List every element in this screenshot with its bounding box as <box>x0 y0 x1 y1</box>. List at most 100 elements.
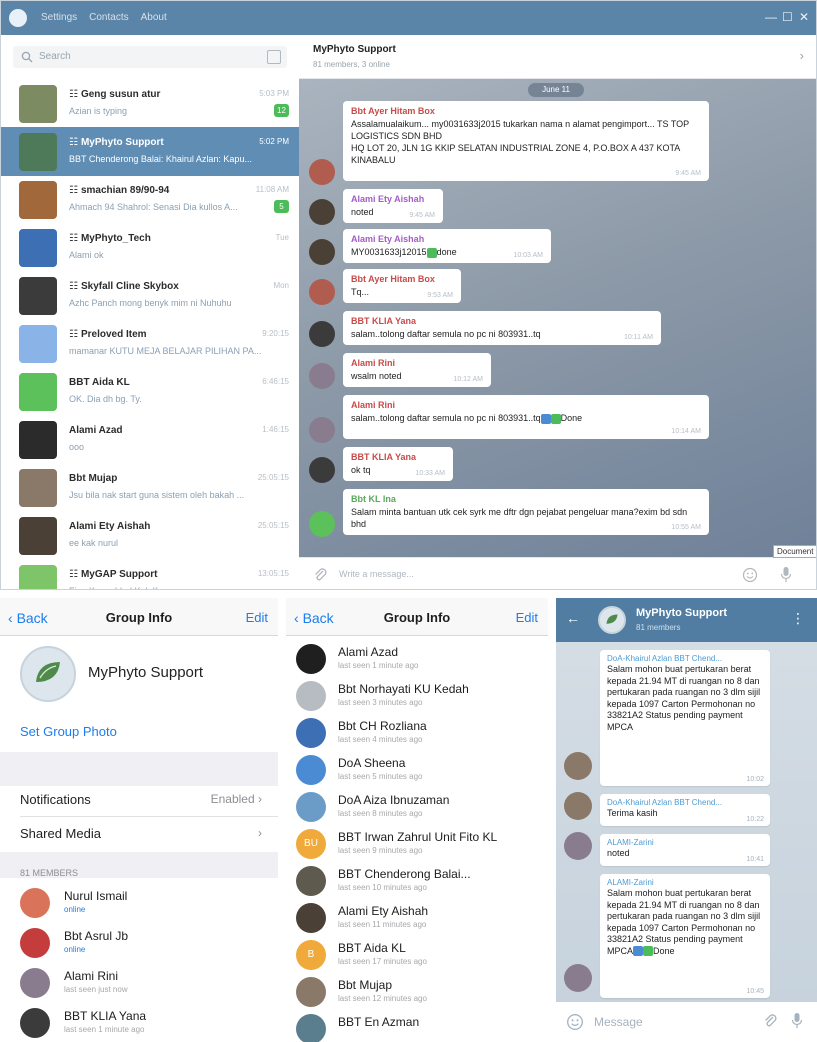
message-bubble[interactable]: DoA-Khairul Azlan BBT Chend... Salam moho… <box>600 650 770 786</box>
edit-button[interactable]: Edit <box>516 610 538 625</box>
dialog-item[interactable]: ☷ MyPhyto_Tech Alami ok Tue <box>1 223 299 272</box>
message-sender[interactable]: Bbt KL Ina <box>351 494 701 504</box>
member-row[interactable]: Bbt CH Rozliana last seen 4 minutes ago <box>286 712 548 754</box>
menu-settings[interactable]: Settings <box>41 12 77 23</box>
message-bubble[interactable]: Alami Rini wsalm noted 10:12 AM <box>343 353 491 387</box>
message-bubble[interactable]: Alami Ety Aishah MY0031633j12015 done 10:03… <box>343 229 551 263</box>
sender-avatar[interactable] <box>309 457 335 483</box>
member-row[interactable]: DoA Aiza Ibnuzaman last seen 8 minutes ag… <box>286 786 548 828</box>
message-sender[interactable]: BBT KLIA Yana <box>351 316 653 326</box>
notifications-status: Enabled <box>210 792 255 806</box>
sender-avatar[interactable] <box>309 279 335 305</box>
sender-avatar[interactable] <box>309 417 335 443</box>
menu-contacts[interactable]: Contacts <box>89 12 128 23</box>
paperclip-icon[interactable] <box>313 567 327 583</box>
message-sender[interactable]: BBT KLIA Yana <box>351 452 445 462</box>
member-row[interactable]: Alami Azad last seen 1 minute ago <box>286 638 548 680</box>
member-name: Bbt CH Rozliana <box>338 719 427 733</box>
message-area[interactable]: June 11 Bbt Ayer Hitam Box Assalamualaiku… <box>299 79 816 557</box>
edit-button[interactable]: Edit <box>246 610 268 625</box>
message-input[interactable]: Message <box>594 1015 643 1029</box>
sender-avatar[interactable] <box>564 792 592 820</box>
message-bubble[interactable]: ALAMI-Zarini noted 10:41 <box>600 834 770 866</box>
message-sender[interactable]: ALAMI-Zarini <box>607 878 763 887</box>
minimize-button[interactable]: — <box>765 10 777 24</box>
group-icon: ☷ <box>69 569 78 580</box>
message-bubble[interactable]: Alami Rini salam..tolong daftar semula no… <box>343 395 709 439</box>
dialog-item[interactable]: ☷ smachian 89/90-94 Ahmach 94 Shahrol: Sen… <box>1 175 299 224</box>
dialog-item[interactable]: BBT Aida KL OK. Dia dh bg. Ty. 6:46:15 <box>1 367 299 416</box>
message-sender[interactable]: Alami Rini <box>351 400 701 410</box>
message-bubble[interactable]: Bbt KL Ina Salam minta bantuan utk cek sy… <box>343 489 709 535</box>
message-bubble[interactable]: Alami Ety Aishah noted 9:45 AM <box>343 189 443 223</box>
chat-header[interactable]: MyPhyto Support 81 members, 3 online › <box>299 35 816 79</box>
member-row[interactable]: Bbt Asrul Jb online <box>0 922 278 964</box>
more-vert-icon[interactable]: ⋮ <box>791 610 805 627</box>
shared-media-label: Shared Media <box>20 826 101 841</box>
message-sender[interactable]: Alami Ety Aishah <box>351 234 543 244</box>
member-row[interactable]: BBT En Azman <box>286 1008 548 1042</box>
sender-avatar[interactable] <box>309 199 335 225</box>
shared-media-row[interactable]: Shared Media › <box>20 826 268 841</box>
sender-avatar[interactable] <box>564 752 592 780</box>
microphone-icon[interactable] <box>791 1012 803 1030</box>
message-sender[interactable]: DoA-Khairul Azlan BBT Chend... <box>607 798 763 807</box>
dialog-item[interactable]: ☷ Geng susun atur Azian is typing 5:03 PM 12 <box>1 79 299 128</box>
sender-avatar[interactable] <box>564 964 592 992</box>
message-sender[interactable]: DoA-Khairul Azlan BBT Chend... <box>607 654 763 663</box>
dialog-item[interactable]: ☷MyGAP Support Fina Kus added Kak Ifna 13:… <box>1 559 299 589</box>
message-input[interactable]: Write a message... <box>339 569 414 579</box>
member-row[interactable]: Alami Ety Aishah last seen 11 minutes ago <box>286 897 548 939</box>
member-row[interactable]: BU BBT Irwan Zahrul Unit Fito KL last seen… <box>286 823 548 865</box>
dialog-item[interactable]: Alami Azad ooo 1:46:15 <box>1 415 299 464</box>
telegram-logo-icon[interactable] <box>9 9 27 27</box>
member-row[interactable]: Bbt Norhayati KU Kedah last seen 3 minute… <box>286 675 548 717</box>
close-button[interactable]: ✕ <box>799 10 809 24</box>
message-bubble[interactable]: BBT KLIA Yana salam..tolong daftar semula… <box>343 311 661 345</box>
message-sender[interactable]: Alami Ety Aishah <box>351 194 435 204</box>
emoji-icon[interactable] <box>566 1013 584 1031</box>
message-bubble[interactable]: BBT KLIA Yana ok tq 10:33 AM <box>343 447 453 481</box>
member-row[interactable]: BBT Chenderong Balai... last seen 10 minu… <box>286 860 548 902</box>
set-group-photo-link[interactable]: Set Group Photo <box>20 724 117 739</box>
member-row[interactable]: Nurul Ismail online <box>0 882 278 924</box>
sender-avatar[interactable] <box>309 159 335 185</box>
member-row[interactable]: DoA Sheena last seen 5 minutes ago <box>286 749 548 791</box>
message-bubble[interactable]: Bbt Ayer Hitam Box Assalamualaikum... my0… <box>343 101 709 181</box>
menu-about[interactable]: About <box>141 12 167 23</box>
member-row[interactable]: Bbt Mujap last seen 12 minutes ago <box>286 971 548 1013</box>
notifications-row[interactable]: Notifications Enabled › <box>20 792 268 807</box>
microphone-icon[interactable] <box>780 566 792 584</box>
message-sender[interactable]: ALAMI-Zarini <box>607 838 763 847</box>
member-row[interactable]: BBT KLIA Yana last seen 1 minute ago <box>0 1002 278 1042</box>
dialog-item[interactable]: Bbt Mujap Jsu bila nak start guna sistem … <box>1 463 299 512</box>
emoji-icon[interactable] <box>742 567 758 583</box>
maximize-button[interactable]: ☐ <box>782 10 793 24</box>
sender-avatar[interactable] <box>309 321 335 347</box>
sender-avatar[interactable] <box>309 239 335 265</box>
member-row[interactable]: B BBT Aida KL last seen 17 minutes ago <box>286 934 548 976</box>
new-chat-icon[interactable] <box>267 50 281 64</box>
sender-avatar[interactable] <box>309 363 335 389</box>
dialog-item[interactable]: Alami Ety Aishah ee kak nurul 25:05:15 <box>1 511 299 560</box>
search-box[interactable]: Search <box>13 46 287 68</box>
search-placeholder: Search <box>39 51 71 62</box>
message-sender[interactable]: Bbt Ayer Hitam Box <box>351 274 453 284</box>
message-bubble[interactable]: Bbt Ayer Hitam Box Tq... 9:53 AM <box>343 269 461 303</box>
message-bubble[interactable]: ALAMI-Zarini Salam mohon buat pertukaran … <box>600 874 770 998</box>
message-sender[interactable]: Bbt Ayer Hitam Box <box>351 106 701 116</box>
sender-avatar[interactable] <box>309 511 335 537</box>
sender-avatar[interactable] <box>564 832 592 860</box>
avatar <box>19 421 57 459</box>
paperclip-icon[interactable] <box>763 1013 777 1029</box>
group-avatar[interactable] <box>598 606 626 634</box>
message-bubble[interactable]: DoA-Khairul Azlan BBT Chend... Terima kas… <box>600 794 770 826</box>
message-sender[interactable]: Alami Rini <box>351 358 483 368</box>
member-row[interactable]: Alami Rini last seen just now <box>0 962 278 1004</box>
back-arrow-icon[interactable]: ← <box>566 610 580 626</box>
chevron-right-icon[interactable]: › <box>800 48 804 63</box>
dialog-item[interactable]: ☷ Preloved Item mamanar KUTU MEJA BELAJAR … <box>1 319 299 368</box>
dialog-item[interactable]: ☷ Skyfall Cline Skybox Azhc Panch mong ben… <box>1 271 299 320</box>
group-avatar[interactable] <box>20 646 76 702</box>
dialog-item[interactable]: ☷ MyPhyto Support BBT Chenderong Balai: Kh… <box>1 127 299 176</box>
